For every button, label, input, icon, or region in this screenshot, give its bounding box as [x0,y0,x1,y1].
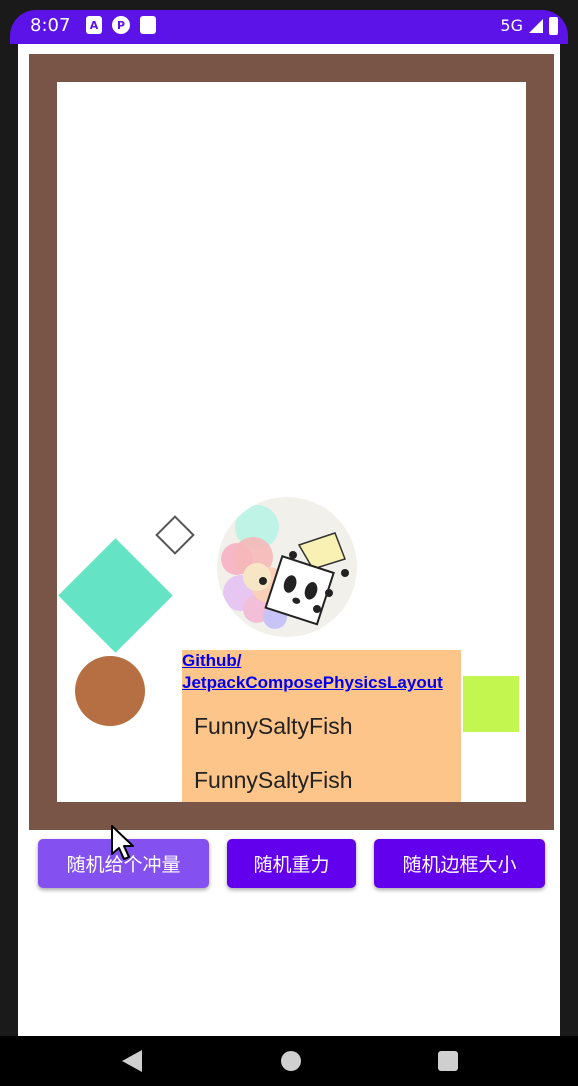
brown-circle[interactable] [75,656,145,726]
navigation-bar [0,1036,578,1086]
signal-icon [529,18,543,33]
lime-square[interactable] [463,676,519,732]
card-text-1: FunnySaltyFish [194,713,353,739]
mouse-cursor-icon [110,824,136,866]
status-left-icons: A P [86,16,156,34]
teal-diamond[interactable] [58,538,173,653]
status-bar: 8:07 A P 5G [10,10,568,44]
p-icon: P [112,16,130,34]
recents-icon[interactable] [438,1051,458,1071]
physics-border-frame: Github/ JetpackComposePhysicsLayout Funn… [29,54,554,830]
avatar-ball[interactable] [217,497,357,637]
phone-device: 8:07 A P 5G Github/ JetpackComposePhysic… [0,0,578,1086]
app-screen: Github/ JetpackComposePhysicsLayout Funn… [18,44,560,1036]
github-link-line1[interactable]: Github/ [182,650,461,672]
status-time: 8:07 [30,15,71,36]
sd-card-icon [140,16,156,34]
random-border-size-button[interactable]: 随机边框大小 [374,839,545,888]
battery-icon [549,16,558,35]
a-icon: A [86,16,102,34]
back-icon[interactable] [122,1050,142,1072]
github-link-line2[interactable]: JetpackComposePhysicsLayout [182,672,461,694]
physics-arena: Github/ JetpackComposePhysicsLayout Funn… [57,82,526,802]
home-icon[interactable] [281,1051,301,1071]
network-label: 5G [500,16,523,35]
status-right-icons: 5G [500,16,558,35]
info-card: Github/ JetpackComposePhysicsLayout Funn… [182,650,461,802]
random-gravity-button[interactable]: 随机重力 [227,839,356,888]
panda-avatar-icon [221,505,349,629]
card-text-2: FunnySaltyFish [194,767,353,793]
outline-diamond[interactable] [155,515,195,555]
